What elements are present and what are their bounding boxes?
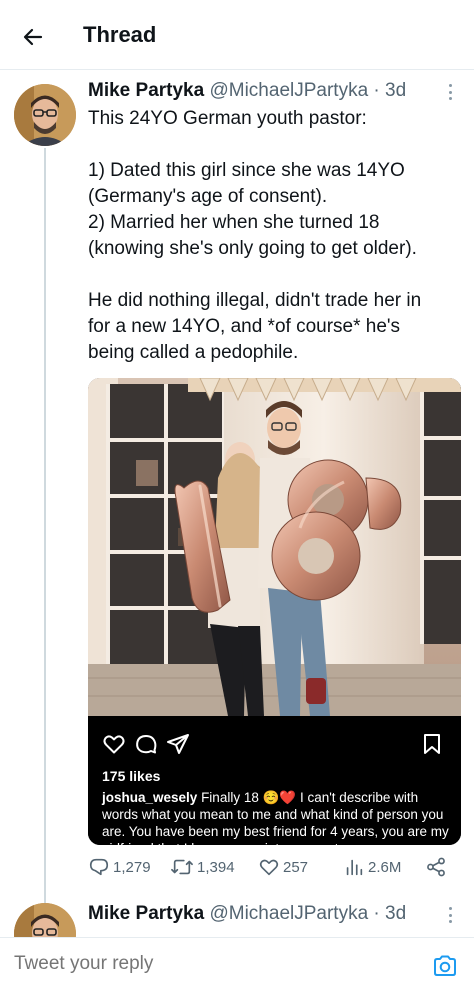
like-button[interactable]: 257 [258, 852, 308, 882]
author-handle[interactable]: @MichaelJPartyka [209, 903, 368, 924]
bookmark-icon[interactable] [420, 732, 444, 756]
more-vertical-icon [448, 907, 452, 910]
tweet-text-line: He did nothing illegal, didn't trade her… [88, 290, 422, 311]
tweet-text-line: being called a pedophile. [88, 342, 299, 363]
tweet-media[interactable]: 175 likes joshua_wesely Finally 18 ☺️❤️ … [88, 378, 461, 845]
share-nodes-icon [427, 857, 445, 877]
reply-icon [89, 858, 109, 876]
views-button[interactable]: 2.6M [343, 852, 401, 882]
like-count-tweet: 257 [283, 858, 309, 876]
retweet-icon [171, 859, 193, 875]
next-tweet-header: Mike Partyka @MichaelJPartyka · 3d [88, 903, 406, 925]
tweet-text-line: This 24YO German youth pastor: [88, 108, 367, 129]
tweet-text-line: (knowing she's only going to get older). [88, 238, 417, 259]
avatar[interactable] [14, 84, 76, 146]
analytics-icon [346, 859, 363, 876]
more-options-button[interactable] [442, 82, 458, 102]
instagram-caption: joshua_wesely Finally 18 ☺️❤️ I can't de… [102, 789, 454, 845]
camera-icon[interactable] [432, 954, 458, 978]
author-handle[interactable]: @MichaelJPartyka [209, 80, 368, 101]
thread-connector-line [44, 148, 46, 903]
retweet-count: 1,394 [197, 858, 235, 876]
author-name[interactable]: Mike Partyka [88, 903, 204, 924]
instagram-caption-bar: 175 likes joshua_wesely Finally 18 ☺️❤️ … [88, 716, 461, 845]
reply-composer [0, 937, 474, 989]
comment-icon[interactable] [134, 732, 158, 756]
tweet-text-line: 1) Dated this girl since she was 14YO [88, 160, 405, 181]
tweet-header: Mike Partyka @MichaelJPartyka · 3d [88, 80, 406, 102]
caption-username: joshua_wesely [102, 790, 198, 805]
page-title: Thread [83, 22, 157, 47]
reply-input[interactable] [14, 953, 394, 975]
reply-button[interactable]: 1,279 [88, 852, 151, 882]
more-vertical-icon [448, 84, 452, 87]
tweet-text-line: 2) Married her when she turned 18 [88, 212, 380, 233]
tweet-actions: 1,279 1,394 257 2.6M [88, 852, 460, 882]
heart-icon[interactable] [102, 732, 126, 756]
share-icon[interactable] [166, 732, 190, 756]
back-button[interactable] [16, 20, 50, 54]
tweet-text-line: (Germany's age of consent). [88, 186, 328, 207]
tweet-text: This 24YO German youth pastor: 1) Dated … [88, 106, 460, 366]
tweet-time[interactable]: 3d [385, 903, 406, 924]
separator-dot: · [373, 80, 380, 101]
view-count: 2.6M [368, 858, 402, 876]
more-options-button[interactable] [442, 905, 458, 925]
heart-icon [259, 859, 279, 876]
reply-count: 1,279 [113, 858, 151, 876]
retweet-button[interactable]: 1,394 [170, 852, 235, 882]
share-button[interactable] [425, 852, 450, 882]
author-name[interactable]: Mike Partyka [88, 80, 204, 101]
tweet-time[interactable]: 3d [385, 80, 406, 101]
tweet-text-line: for a new 14YO, and *of course* he's [88, 316, 401, 337]
arrow-left-icon [23, 28, 43, 46]
like-count: 175 likes [102, 768, 161, 784]
photo[interactable] [88, 378, 461, 716]
top-bar: Thread [0, 0, 474, 70]
separator-dot: · [373, 903, 380, 924]
